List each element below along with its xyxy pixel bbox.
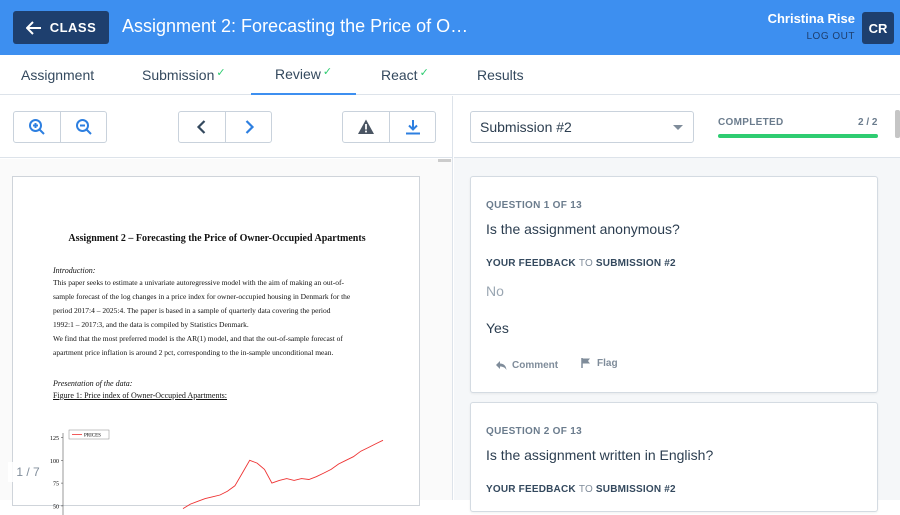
- page-title: Assignment 2: Forecasting the Price of O…: [122, 16, 469, 36]
- answer-option-yes[interactable]: Yes: [486, 320, 509, 336]
- zoom-in-icon: [29, 119, 45, 135]
- back-to-class-button[interactable]: CLASS: [13, 11, 109, 44]
- tab-label: Review: [275, 66, 321, 82]
- feedback-prefix: YOUR FEEDBACK: [486, 258, 576, 269]
- review-pane: Submission #2 COMPLETED 2 / 2 QUESTION 1…: [454, 96, 900, 512]
- feedback-target: SUBMISSION #2: [595, 258, 676, 269]
- user-name: Christina Rise: [767, 11, 855, 26]
- report-button[interactable]: [343, 112, 389, 142]
- question-number: QUESTION 2 OF 13: [486, 426, 582, 437]
- comment-label: Comment: [512, 359, 559, 371]
- feedback-target: SUBMISSION #2: [595, 484, 676, 495]
- tab-label: React: [381, 67, 418, 83]
- text-line: sample forecast of the log changes in a …: [53, 292, 351, 301]
- tab-assignment[interactable]: Assignment: [21, 55, 94, 95]
- flag-button[interactable]: Flag: [580, 357, 618, 369]
- download-button[interactable]: [389, 112, 435, 142]
- zoom-out-button[interactable]: [60, 112, 106, 142]
- logout-link[interactable]: LOG OUT: [806, 31, 855, 42]
- progress-bar: [718, 134, 878, 138]
- progress-fill: [718, 134, 878, 138]
- arrow-left-icon: [25, 20, 41, 35]
- download-icon: [405, 120, 420, 135]
- document-page: Assignment 2 – Forecasting the Price of …: [12, 176, 420, 515]
- submission-select[interactable]: Submission #2: [470, 111, 694, 143]
- text-line: period 2017:4 – 2025:4. The paper is bas…: [53, 306, 331, 315]
- page-indicator: 1 / 7: [8, 462, 48, 482]
- scrollbar[interactable]: [438, 159, 451, 162]
- flag-label: Flag: [597, 357, 618, 369]
- text-line: 1992:1 – 2017:3, and the data is compile…: [53, 320, 249, 329]
- y-tick-label: 100: [50, 459, 59, 465]
- tab-bar: Assignment Submission ✓ Review ✓ React ✓ Re…: [0, 55, 900, 95]
- feedback-prefix: YOUR FEEDBACK: [486, 484, 576, 495]
- intro-heading: Introduction:: [53, 266, 96, 275]
- next-page-button[interactable]: [225, 112, 271, 142]
- tab-submission[interactable]: Submission ✓: [142, 55, 226, 95]
- tab-label: Assignment: [21, 67, 95, 83]
- avatar[interactable]: CR: [862, 12, 894, 44]
- text-line: apartment price inflation is around 2 pc…: [53, 348, 334, 357]
- chevron-left-icon: [196, 120, 206, 134]
- question-card: QUESTION 2 OF 13 Is the assignment writt…: [470, 402, 878, 512]
- figure-caption: Figure 1: Price index of Owner-Occupied …: [53, 391, 228, 400]
- check-icon: ✓: [419, 66, 429, 79]
- y-tick-label: 50: [53, 504, 59, 510]
- document-pane: Assignment 2 – Forecasting the Price of …: [0, 96, 453, 515]
- caret-down-icon: [673, 125, 683, 130]
- question-text: Is the assignment written in English?: [486, 447, 714, 463]
- tab-results[interactable]: Results: [477, 55, 524, 95]
- comment-button[interactable]: Comment: [495, 359, 558, 371]
- submission-select-value: Submission #2: [480, 119, 572, 135]
- question-card: QUESTION 1 OF 13 Is the assignment anony…: [470, 176, 878, 393]
- y-tick-label: 125: [50, 436, 59, 442]
- status-count: 2 / 2: [858, 117, 878, 128]
- reply-icon: [496, 361, 507, 370]
- document-toolbar: [0, 96, 453, 158]
- warning-icon: [358, 119, 374, 134]
- actions-group: [342, 111, 436, 143]
- feedback-label: YOUR FEEDBACK TO SUBMISSION #2: [486, 484, 676, 495]
- feedback-to: TO: [578, 484, 593, 495]
- text-line: We find that the most preferred model is…: [53, 334, 343, 343]
- page-nav-group: [178, 111, 272, 143]
- check-icon: ✓: [322, 65, 333, 78]
- zoom-in-button[interactable]: [14, 112, 60, 142]
- status-label: COMPLETED: [718, 117, 784, 128]
- series-line-prices: [182, 439, 384, 509]
- feedback-label: YOUR FEEDBACK TO SUBMISSION #2: [486, 258, 676, 269]
- zoom-group: [13, 111, 107, 143]
- presentation-heading: Presentation of the data:: [53, 379, 133, 388]
- question-text: Is the assignment anonymous?: [486, 221, 680, 237]
- tab-react[interactable]: React ✓: [381, 55, 429, 95]
- flag-icon: [581, 358, 590, 368]
- scrollbar[interactable]: [895, 110, 900, 138]
- zoom-out-icon: [75, 119, 92, 135]
- tab-label: Results: [477, 67, 524, 83]
- back-button-label: CLASS: [49, 20, 97, 35]
- legend-label: PRICES: [84, 434, 101, 439]
- tab-label: Submission: [142, 67, 215, 83]
- y-tick-label: 75: [53, 482, 59, 488]
- document-title: Assignment 2 – Forecasting the Price of …: [68, 233, 366, 244]
- document-viewer[interactable]: Assignment 2 – Forecasting the Price of …: [0, 159, 452, 515]
- price-chart: 125 100 75 50 PRICES: [50, 429, 384, 515]
- intro-paragraph: This paper seeks to estimate a univariat…: [53, 276, 383, 360]
- check-icon: ✓: [216, 66, 226, 79]
- top-bar: CLASS Assignment 2: Forecasting the Pric…: [0, 0, 900, 55]
- text-line: This paper seeks to estimate a univariat…: [53, 278, 344, 287]
- question-number: QUESTION 1 OF 13: [486, 200, 582, 211]
- answer-option-no[interactable]: No: [486, 283, 504, 299]
- tab-review[interactable]: Review ✓: [251, 55, 356, 95]
- chevron-right-icon: [245, 120, 254, 134]
- feedback-to: TO: [578, 258, 593, 269]
- review-header: Submission #2 COMPLETED 2 / 2: [454, 96, 900, 158]
- previous-page-button[interactable]: [179, 112, 225, 142]
